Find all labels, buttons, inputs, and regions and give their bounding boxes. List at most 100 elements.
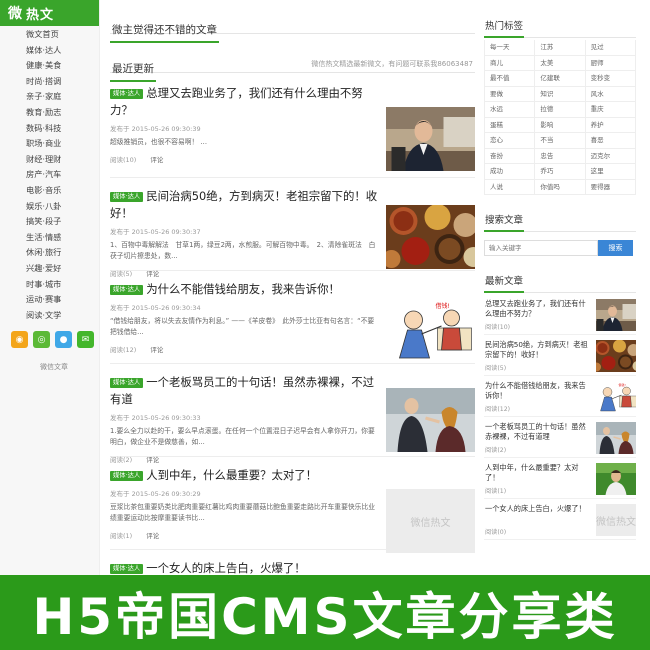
hot-tag[interactable]: 成功 <box>485 164 536 180</box>
article-title-text[interactable]: 为什么不能借钱给朋友，我来告诉你！ <box>146 282 340 296</box>
site-logo[interactable]: 微 热文 <box>0 0 99 26</box>
hot-tag[interactable]: 亿建联 <box>535 71 586 87</box>
article-title-text[interactable]: 人到中年，什么最重要？太对了！ <box>146 468 317 482</box>
latest-article-thumbnail[interactable] <box>596 422 636 454</box>
qq-icon[interactable]: ● <box>55 331 72 349</box>
article-title[interactable]: 媒体·达人 人到中年，什么最重要？太对了！ <box>110 467 380 484</box>
hot-tag[interactable]: 奋扮 <box>485 148 536 164</box>
hot-tag[interactable]: 重庆 <box>585 102 636 118</box>
latest-article-title[interactable]: 民间治病50绝，方到病灭！老祖宗留下的！收好！ <box>485 340 591 360</box>
article-title[interactable]: 媒体·达人 一个老板骂员工的十句话！虽然赤裸裸，不过有道 <box>110 374 380 408</box>
latest-article-item[interactable]: 为什么不能借钱给朋友，我来告诉你！ 阅读(12) 借钱! <box>484 378 636 417</box>
hot-tag[interactable]: 这里 <box>585 164 636 180</box>
latest-article-item[interactable]: 一个老板骂员工的十句话！虽然赤裸裸，不过有道理 阅读(2) <box>484 419 636 458</box>
nav-item[interactable]: 亲子·家庭 <box>0 89 99 105</box>
article-title-text[interactable]: 一个老板骂员工的十句话！虽然赤裸裸，不过有道 <box>110 375 374 406</box>
nav-item[interactable]: 教育·励志 <box>0 105 99 121</box>
article-title[interactable]: 媒体·达人 总理又去跑业务了，我们还有什么理由不努力？ <box>110 85 380 119</box>
category-tag[interactable]: 媒体·达人 <box>110 564 144 574</box>
nav-item[interactable]: 电影·音乐 <box>0 183 99 199</box>
hot-tag[interactable]: 水远 <box>485 102 536 118</box>
hot-tag[interactable]: 拉德 <box>535 102 586 118</box>
hot-tag[interactable]: 乔巧 <box>535 164 586 180</box>
category-tag[interactable]: 媒体·达人 <box>110 192 144 202</box>
article-thumbnail[interactable] <box>386 388 475 452</box>
nav-item[interactable]: 生活·情感 <box>0 230 99 246</box>
latest-article-thumbnail[interactable] <box>596 340 636 372</box>
latest-article-title[interactable]: 一个女人的床上告白，火爆了！ <box>485 504 591 514</box>
hot-tag[interactable]: 忠告 <box>535 148 586 164</box>
hot-tag[interactable]: 每一天 <box>485 40 536 56</box>
article-title-text[interactable]: 民间治病50绝，方到病灭！老祖宗留下的！收好！ <box>110 189 377 220</box>
weibo-icon[interactable]: ◎ <box>33 331 50 349</box>
latest-article-thumbnail[interactable]: 微信热文 <box>596 504 636 536</box>
nav-item[interactable]: 时事·城市 <box>0 277 99 293</box>
article-thumbnail[interactable]: 微信热文 <box>386 489 475 553</box>
rss-icon[interactable]: ◉ <box>11 331 28 349</box>
comment-link[interactable]: 评论 <box>150 156 163 164</box>
latest-article-item[interactable]: 人到中年，什么最重要？太对了！ 阅读(1) <box>484 460 636 499</box>
category-tag[interactable]: 媒体·达人 <box>110 285 144 295</box>
nav-item[interactable]: 兴趣·爱好 <box>0 261 99 277</box>
hot-tag[interactable]: 见过 <box>585 40 636 56</box>
search-input[interactable] <box>484 240 598 256</box>
hot-tag[interactable]: 迈克尔 <box>585 148 636 164</box>
hot-tag[interactable]: 江苏 <box>535 40 586 56</box>
hot-tag[interactable]: 风水 <box>585 86 636 102</box>
hot-tag[interactable]: 变秒变 <box>585 71 636 87</box>
hot-tag[interactable]: 养护 <box>585 117 636 133</box>
nav-item[interactable]: 微文首页 <box>0 27 99 43</box>
hot-tag[interactable]: 喜恶 <box>585 133 636 149</box>
latest-article-title[interactable]: 总理又去跑业务了，我们还有什么理由不努力？ <box>485 299 591 319</box>
hot-tag[interactable]: 要做 <box>485 86 536 102</box>
comment-link[interactable]: 评论 <box>146 532 159 540</box>
category-tag[interactable]: 媒体·达人 <box>110 89 144 99</box>
latest-article-title[interactable]: 为什么不能借钱给朋友，我来告诉你！ <box>485 381 591 401</box>
article-title-text[interactable]: 总理又去跑业务了，我们还有什么理由不努力？ <box>110 86 363 117</box>
hot-tag[interactable]: 知识 <box>535 86 586 102</box>
article-thumbnail[interactable]: 借钱! <box>386 298 475 362</box>
search-button[interactable]: 搜索 <box>598 240 633 256</box>
hot-tag[interactable]: 商儿 <box>485 55 536 71</box>
latest-article-thumbnail[interactable] <box>596 299 636 331</box>
nav-item[interactable]: 数码·科技 <box>0 121 99 137</box>
nav-item[interactable]: 休闲·旅行 <box>0 245 99 261</box>
latest-article-title[interactable]: 人到中年，什么最重要？太对了！ <box>485 463 591 483</box>
article-title[interactable]: 媒体·达人 为什么不能借钱给朋友，我来告诉你！ <box>110 281 380 298</box>
latest-article-item[interactable]: 总理又去跑业务了，我们还有什么理由不努力？ 阅读(10) <box>484 296 636 335</box>
nav-item[interactable]: 媒体·达人 <box>0 43 99 59</box>
hot-tag[interactable]: 恋心 <box>485 133 536 149</box>
nav-item[interactable]: 健康·美食 <box>0 58 99 74</box>
latest-article-title[interactable]: 一个老板骂员工的十句话！虽然赤裸裸，不过有道理 <box>485 422 591 442</box>
nav-item[interactable]: 财经·理财 <box>0 152 99 168</box>
latest-article-item[interactable]: 一个女人的床上告白，火爆了！ 阅读(0) 微信热文 <box>484 501 636 540</box>
hot-tag[interactable]: 你值吗 <box>535 179 586 195</box>
hot-tag[interactable]: 要得器 <box>585 179 636 195</box>
hot-tag[interactable]: 影响 <box>535 117 586 133</box>
nav-item[interactable]: 运动·赛事 <box>0 292 99 308</box>
hot-tags-header: 热门标签 <box>484 13 636 38</box>
article-title-text[interactable]: 一个女人的床上告白，火爆了！ <box>146 561 305 575</box>
comment-link[interactable]: 评论 <box>150 346 163 354</box>
nav-item[interactable]: 时尚·搭调 <box>0 74 99 90</box>
nav-item[interactable]: 职场·商业 <box>0 136 99 152</box>
nav-item[interactable]: 阅读·文学 <box>0 308 99 324</box>
nav-item[interactable]: 房产·汽车 <box>0 167 99 183</box>
hot-tag[interactable]: 不当 <box>535 133 586 149</box>
nav-item[interactable]: 搞笑·段子 <box>0 214 99 230</box>
wechat-icon[interactable]: ✉ <box>77 331 94 349</box>
hot-tag[interactable]: 人说 <box>485 179 536 195</box>
latest-article-item[interactable]: 民间治病50绝，方到病灭！老祖宗留下的！收好！ 阅读(5) <box>484 337 636 376</box>
latest-article-thumbnail[interactable] <box>596 463 636 495</box>
article-thumbnail[interactable] <box>386 205 475 269</box>
hot-tag[interactable]: 最不值 <box>485 71 536 87</box>
hot-tag[interactable]: 太美 <box>535 55 586 71</box>
article-title[interactable]: 媒体·达人 民间治病50绝，方到病灭！老祖宗留下的！收好！ <box>110 188 380 222</box>
latest-article-thumbnail[interactable]: 借钱! <box>596 381 636 413</box>
nav-item[interactable]: 娱乐·八卦 <box>0 199 99 215</box>
category-tag[interactable]: 媒体·达人 <box>110 378 144 388</box>
category-tag[interactable]: 媒体·达人 <box>110 471 144 481</box>
hot-tag[interactable]: 蛋糕 <box>485 117 536 133</box>
article-thumbnail[interactable] <box>386 107 475 171</box>
hot-tag[interactable]: 厨师 <box>585 55 636 71</box>
